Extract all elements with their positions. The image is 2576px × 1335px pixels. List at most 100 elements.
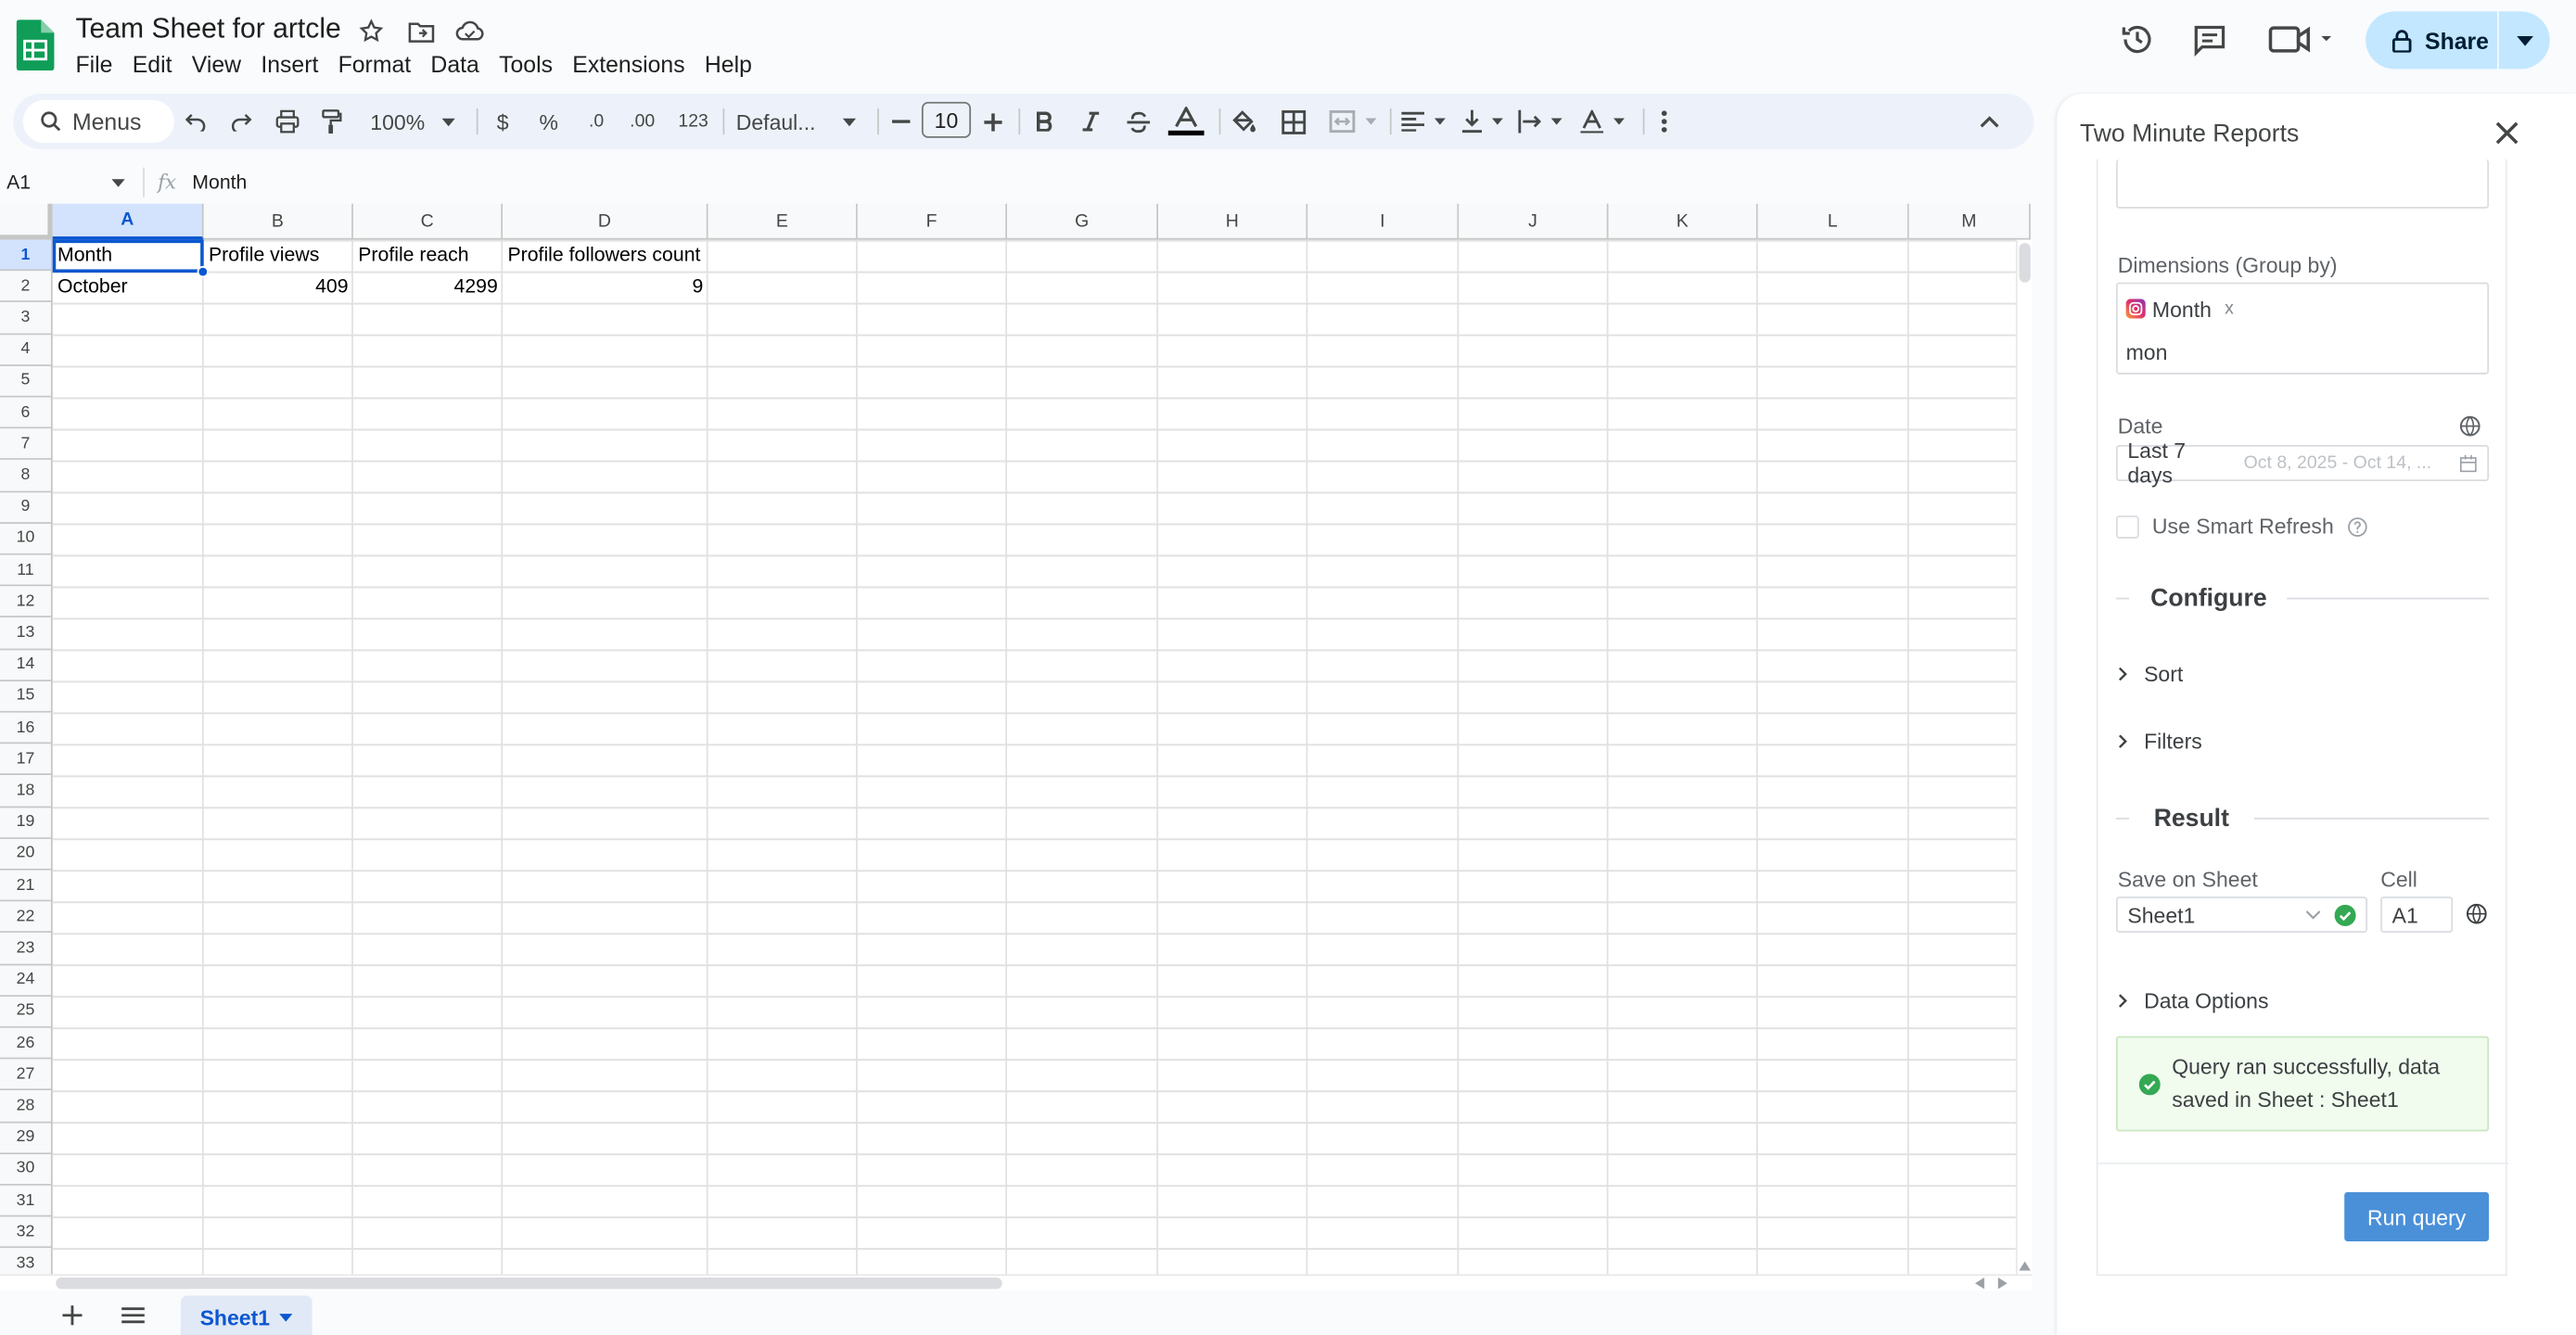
version-history-icon[interactable] xyxy=(2112,15,2162,64)
percent-format-button[interactable]: % xyxy=(536,104,562,140)
text-wrapping-icon[interactable] xyxy=(1515,104,1564,140)
sheet-tab-sheet1[interactable]: Sheet1 xyxy=(180,1295,312,1335)
column-header-a[interactable]: A xyxy=(52,203,204,240)
column-header-m[interactable]: M xyxy=(1908,203,2031,240)
share-button[interactable]: Share xyxy=(2366,11,2550,70)
scroll-right-icon[interactable] xyxy=(1997,1277,2008,1290)
menu-edit[interactable]: Edit xyxy=(122,49,182,79)
menu-extensions[interactable]: Extensions xyxy=(563,49,695,79)
column-header-l[interactable]: L xyxy=(1757,203,1909,240)
document-title[interactable]: Team Sheet for artcle xyxy=(75,13,340,45)
row-header-27[interactable]: 27 xyxy=(0,1059,53,1091)
scroll-left-icon[interactable] xyxy=(1974,1277,1985,1290)
row-header-33[interactable]: 33 xyxy=(0,1248,53,1275)
comments-icon[interactable] xyxy=(2185,15,2234,64)
font-family-select[interactable]: Defaul... xyxy=(736,104,860,140)
row-header-16[interactable]: 16 xyxy=(0,712,53,744)
text-color-icon[interactable] xyxy=(1167,104,1206,140)
row-header-2[interactable]: 2 xyxy=(0,271,53,303)
row-header-22[interactable]: 22 xyxy=(0,901,53,934)
fill-handle[interactable] xyxy=(197,265,210,278)
fill-color-icon[interactable] xyxy=(1229,104,1258,140)
row-header-24[interactable]: 24 xyxy=(0,964,53,997)
cell-d1[interactable]: Profile followers count xyxy=(503,240,708,272)
merge-cells-icon[interactable] xyxy=(1324,104,1380,140)
row-header-21[interactable]: 21 xyxy=(0,870,53,902)
scroll-up-icon[interactable] xyxy=(2019,1261,2031,1271)
decrease-decimal-button[interactable]: .0 xyxy=(579,104,615,140)
dimensions-field[interactable]: Month x mon xyxy=(2115,282,2490,375)
strikethrough-icon[interactable] xyxy=(1124,104,1154,140)
run-query-button[interactable]: Run query xyxy=(2344,1191,2490,1242)
spreadsheet-grid[interactable]: ABCDEFGHIJKLM 1 2 3 4 5 6 7 8 9 10 11 12 13 14 15 16 17 1… xyxy=(0,203,2033,1275)
row-header-26[interactable]: 26 xyxy=(0,1027,53,1060)
help-icon[interactable] xyxy=(2347,516,2366,536)
row-header-28[interactable]: 28 xyxy=(0,1090,53,1123)
number-format-button[interactable]: 123 xyxy=(673,104,713,140)
row-header-32[interactable]: 32 xyxy=(0,1216,53,1249)
font-size-input[interactable]: 10 xyxy=(921,101,972,138)
cell-locate-icon[interactable] xyxy=(2466,903,2487,924)
zoom-select[interactable]: 100% xyxy=(363,104,462,140)
row-header-14[interactable]: 14 xyxy=(0,649,53,681)
text-rotation-icon[interactable] xyxy=(1577,104,1626,140)
column-header-h[interactable]: H xyxy=(1158,203,1308,240)
chevron-down-icon[interactable] xyxy=(279,1313,293,1321)
decrease-font-size-icon[interactable] xyxy=(888,104,912,140)
column-header-d[interactable]: D xyxy=(503,203,708,240)
menu-tools[interactable]: Tools xyxy=(489,49,562,79)
cell-a2[interactable]: October xyxy=(53,272,204,303)
menu-view[interactable]: View xyxy=(182,49,251,79)
date-timezone-icon[interactable] xyxy=(2459,415,2480,437)
data-options-toggle[interactable]: Data Options xyxy=(2118,988,2268,1013)
save-on-sheet-select[interactable]: Sheet1 xyxy=(2115,896,2368,934)
horizontal-scroll-thumb[interactable] xyxy=(56,1277,1002,1290)
row-header-4[interactable]: 4 xyxy=(0,334,53,366)
date-range-field[interactable]: Last 7 days Oct 8, 2025 - Oct 14, ... xyxy=(2115,439,2490,488)
menu-help[interactable]: Help xyxy=(695,49,761,79)
row-header-12[interactable]: 12 xyxy=(0,586,53,618)
vertical-scrollbar[interactable] xyxy=(2015,239,2033,1275)
all-sheets-icon[interactable] xyxy=(121,1307,145,1324)
collapse-toolbar-icon[interactable] xyxy=(1975,104,2005,140)
row-header-23[interactable]: 23 xyxy=(0,933,53,965)
filters-section-toggle[interactable]: Filters xyxy=(2118,729,2202,754)
cell-c2[interactable]: 4299 xyxy=(353,272,503,303)
row-header-29[interactable]: 29 xyxy=(0,1122,53,1154)
paint-format-icon[interactable] xyxy=(317,104,347,140)
row-header-17[interactable]: 17 xyxy=(0,744,53,776)
vertical-align-icon[interactable] xyxy=(1459,104,1505,140)
column-header-f[interactable]: F xyxy=(857,203,1008,240)
menus-search[interactable]: Menus xyxy=(22,100,174,144)
increase-font-size-icon[interactable] xyxy=(981,104,1004,140)
row-header-11[interactable]: 11 xyxy=(0,554,53,587)
row-header-6[interactable]: 6 xyxy=(0,397,53,429)
column-header-j[interactable]: J xyxy=(1459,203,1609,240)
column-header-g[interactable]: G xyxy=(1007,203,1159,240)
menu-format[interactable]: Format xyxy=(328,49,421,79)
row-header-30[interactable]: 30 xyxy=(0,1153,53,1186)
meet-camera-icon[interactable] xyxy=(2264,15,2336,64)
dimension-search-input[interactable]: mon xyxy=(2126,340,2168,365)
column-header-b[interactable]: B xyxy=(203,203,353,240)
star-icon[interactable] xyxy=(355,17,388,46)
move-to-folder-icon[interactable] xyxy=(404,17,437,46)
sheets-logo-icon[interactable] xyxy=(16,19,55,71)
row-header-31[interactable]: 31 xyxy=(0,1185,53,1217)
row-header-5[interactable]: 5 xyxy=(0,365,53,398)
cloud-saved-icon[interactable] xyxy=(453,17,486,46)
cell-c1[interactable]: Profile reach xyxy=(353,240,503,272)
share-dropdown-icon[interactable] xyxy=(2499,35,2550,45)
smart-refresh-checkbox[interactable] xyxy=(2115,515,2139,539)
cell-b1[interactable]: Profile views xyxy=(204,240,353,272)
row-header-7[interactable]: 7 xyxy=(0,428,53,461)
remove-chip-icon[interactable]: x xyxy=(2225,299,2234,318)
column-header-c[interactable]: C xyxy=(352,203,504,240)
column-header-e[interactable]: E xyxy=(708,203,858,240)
column-header-k[interactable]: K xyxy=(1608,203,1758,240)
undo-icon[interactable] xyxy=(181,104,210,140)
row-header-1[interactable]: 1 xyxy=(0,239,53,272)
row-header-3[interactable]: 3 xyxy=(0,302,53,335)
row-header-10[interactable]: 10 xyxy=(0,523,53,555)
menu-data[interactable]: Data xyxy=(421,49,490,79)
